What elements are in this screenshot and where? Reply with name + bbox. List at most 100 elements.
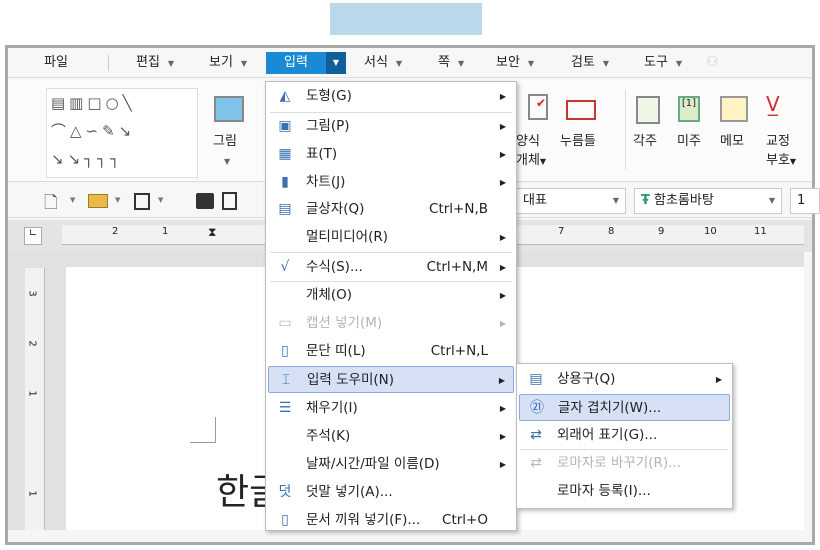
menu-item-label: 표(T) <box>306 146 338 162</box>
memo-button[interactable]: 메모 <box>720 132 744 151</box>
menu-separator <box>521 449 728 450</box>
menu-format[interactable]: 서식 ▼ <box>358 52 408 74</box>
menu-item[interactable]: ▦ 표(T) ▶ <box>268 141 514 168</box>
chevron-down-icon[interactable]: ▼ <box>70 196 75 204</box>
menu-label: 입력 <box>284 55 308 70</box>
save-icon[interactable] <box>134 193 150 210</box>
menu-item[interactable]: 로마자 등록(I)... <box>519 478 730 505</box>
ruler-tick: 8 <box>608 226 615 237</box>
chevron-down-icon: ▼ <box>768 196 775 205</box>
menu-item[interactable]: ☰ 채우기(I) ▶ <box>268 395 514 422</box>
endnote-button[interactable]: 미주 <box>677 132 701 151</box>
menu-item[interactable]: 날짜/시간/파일 이름(D) ▶ <box>268 451 514 478</box>
chevron-down-icon[interactable]: ▼ <box>325 52 346 74</box>
menu-item[interactable]: ▮ 차트(J) ▶ <box>268 169 514 196</box>
menu-item[interactable]: ㉑ 글자 겹치기(W)... <box>519 394 730 421</box>
tab-type-button[interactable]: ∟ <box>24 227 42 245</box>
autotext-icon: ▤ <box>529 371 543 387</box>
menu-item-label: 글상자(Q) <box>306 201 365 217</box>
font-select[interactable]: Ŧ 함초롬바탕 ▼ <box>634 188 782 214</box>
menu-item[interactable]: ▣ 그림(P) ▶ <box>268 113 514 140</box>
font-size-value: 1 <box>797 193 806 208</box>
chevron-down-icon[interactable]: ▼ <box>115 196 120 204</box>
menu-label: 보기 <box>209 55 233 70</box>
menu-item-label: 수식(S)... <box>306 259 363 275</box>
proofreading-mark-button[interactable]: 교정 부호▼ <box>766 132 796 171</box>
menu-item-label: 외래어 표기(G)... <box>557 427 658 443</box>
print-icon[interactable] <box>196 193 214 209</box>
footnote-button[interactable]: 각주 <box>633 132 657 151</box>
menu-item-label: 도형(G) <box>306 88 352 104</box>
shortcut-label: Ctrl+N,L <box>430 343 488 359</box>
menu-item[interactable]: ◭ 도형(G) ▶ <box>268 83 514 110</box>
menu-item-label: 날짜/시간/파일 이름(D) <box>306 456 440 472</box>
insert-menu: ◭ 도형(G) ▶ ▣ 그림(P) ▶ ▦ 표(T) ▶ ▮ 차트(J) ▶ ▤ 글상자(Q) Ctrl+N… <box>265 81 517 531</box>
title-strip <box>330 3 482 35</box>
shape-gallery[interactable]: ▤▥□○╲ ⌒△∽✎↘ ↘↘┐┐┐ <box>46 88 198 178</box>
chart-icon: ▮ <box>281 174 289 190</box>
menu-item-label: 개체(O) <box>306 287 352 303</box>
press-frame-icon <box>566 100 596 120</box>
menu-item[interactable]: ▯ 문단 띠(L) Ctrl+N,L <box>268 338 514 365</box>
form-object-button[interactable]: 양식 개체▼ <box>516 132 546 171</box>
menu-item[interactable]: ▯ 문서 끼워 넣기(F)... Ctrl+O <box>268 507 514 534</box>
chevron-down-icon[interactable]: ▼ <box>224 152 230 171</box>
menu-insert[interactable]: 입력 ▼ <box>266 52 346 74</box>
chevron-down-icon[interactable]: ▼ <box>158 196 163 204</box>
menu-file[interactable]: 파일 <box>38 52 74 74</box>
preview-icon[interactable] <box>222 192 237 210</box>
ruby-text-icon: 덧 <box>278 484 292 500</box>
menu-item[interactable]: ▤ 글상자(Q) Ctrl+N,B <box>268 196 514 223</box>
menu-bar: 파일 편집 ▼ 보기 ▼ 입력 ▼ 서식 ▼ 쪽 ▼ 보안 ▼ 검토 ▼ 도구 ▼ ⚇ <box>8 48 812 78</box>
label: 개체 <box>516 153 540 168</box>
divider <box>625 90 626 170</box>
menu-edit[interactable]: 편집 ▼ <box>130 52 180 74</box>
picture-button[interactable]: 그림 <box>213 132 237 151</box>
menu-item[interactable]: ▭ 캡션 넣기(M) ▶ <box>268 310 514 337</box>
menu-item-label: 로마자로 바꾸기(R)... <box>557 455 682 471</box>
label: 양식 <box>516 134 540 149</box>
margin-corner-mark <box>190 417 216 443</box>
loanword-icon: ⇄ <box>530 427 542 443</box>
vertical-ruler[interactable]: 3 2 1 1 <box>25 268 45 530</box>
menu-item[interactable]: √ 수식(S)... Ctrl+N,M ▶ <box>268 254 514 281</box>
submenu-arrow-icon: ▶ <box>499 291 506 300</box>
menu-item[interactable]: ⇄ 외래어 표기(G)... <box>519 422 730 449</box>
menu-tools[interactable]: 도구 ▼ <box>638 52 688 74</box>
chevron-down-icon: ▼ <box>240 59 248 68</box>
menu-item[interactable]: 덧 덧말 넣기(A)... <box>268 479 514 506</box>
menu-label: 편집 <box>136 55 160 70</box>
menu-page[interactable]: 쪽 ▼ <box>432 52 470 74</box>
picture-icon <box>214 96 244 122</box>
shortcut-label: Ctrl+N,M <box>426 259 488 275</box>
submenu-arrow-icon: ▶ <box>499 178 506 187</box>
ruler-tick: 2 <box>26 340 38 347</box>
menu-item-label: 주석(K) <box>306 428 351 444</box>
menu-item[interactable]: ⌶ 입력 도우미(N) ▶ <box>268 366 514 393</box>
menu-label: 도구 <box>644 55 668 70</box>
menu-security[interactable]: 보안 ▼ <box>490 52 540 74</box>
truetype-font-icon: Ŧ <box>641 193 650 208</box>
menu-separator <box>270 281 512 282</box>
style-select[interactable]: 대표 ▼ <box>516 188 626 214</box>
menu-view[interactable]: 보기 ▼ <box>203 52 253 74</box>
font-value: 함초롬바탕 <box>654 193 714 208</box>
menu-item[interactable]: ⇄ 로마자로 바꾸기(R)... <box>519 450 730 477</box>
font-size-select[interactable]: 1 <box>790 188 820 214</box>
menu-review[interactable]: 검토 ▼ <box>565 52 615 74</box>
menu-separator <box>270 112 512 113</box>
menu-item-label: 글자 겹치기(W)... <box>558 400 662 416</box>
menu-item[interactable]: 멀티미디어(R) ▶ <box>268 224 514 251</box>
textbox-icon: ▤ <box>278 201 292 217</box>
menu-item[interactable]: 개체(O) ▶ <box>268 282 514 309</box>
open-folder-icon[interactable] <box>88 194 108 208</box>
menu-item[interactable]: ▤ 상용구(Q) ▶ <box>519 366 730 393</box>
menu-item[interactable]: 주석(K) ▶ <box>268 423 514 450</box>
press-frame-button[interactable]: 누름틀 <box>560 132 596 151</box>
new-document-icon[interactable]: 🗋 <box>44 190 58 219</box>
indent-marker-icon[interactable]: ⧗ <box>208 225 216 240</box>
menu-separator <box>270 252 512 253</box>
insert-document-icon: ▯ <box>281 512 289 528</box>
divider <box>108 55 109 71</box>
chevron-down-icon: ▼ <box>612 196 619 205</box>
